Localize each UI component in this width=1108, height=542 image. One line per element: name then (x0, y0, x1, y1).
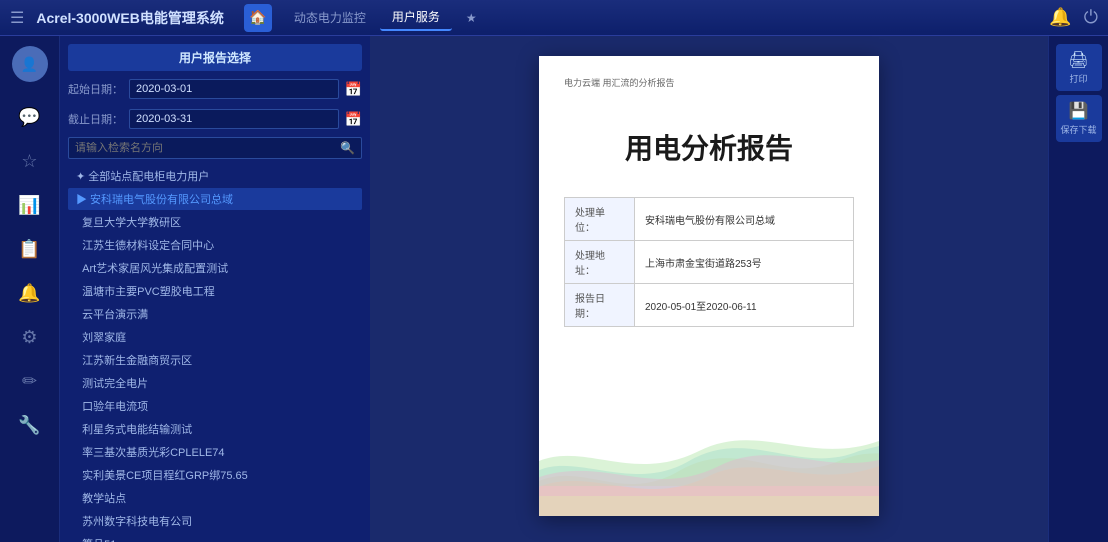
menu-icon[interactable]: ☰ (10, 8, 24, 28)
tools-icon: 🔧 (18, 415, 40, 436)
document-page: 电力云端 用汇流的分析报告 用电分析报告 处理单位： 安科瑞电气股份有限公司总域… (539, 56, 879, 516)
nav-item-star[interactable]: ★ (454, 7, 489, 29)
list-item[interactable]: ▶ 安科瑞电气股份有限公司总域 (68, 188, 362, 210)
list-item[interactable]: 测试完全电片 (68, 372, 362, 394)
star-icon: ☆ (21, 151, 37, 172)
sidebar-item-report[interactable]: 📋 (10, 229, 50, 269)
print-button[interactable]: 🖨 打印 (1056, 44, 1102, 91)
sidebar-item-tools[interactable]: 🔧 (10, 405, 50, 445)
main-content: 👤 💬 ☆ 📊 📋 🔔 ⚙ ✏ 🔧 用户报告选择 起始日期： 📅 截止日期： 📅… (0, 36, 1108, 542)
doc-wave-decoration (539, 396, 879, 516)
list-item[interactable]: 教学站点 (68, 487, 362, 509)
topbar-nav: 动态电力监控 用户服务 ★ (282, 4, 489, 31)
document-area: 电力云端 用汇流的分析报告 用电分析报告 处理单位： 安科瑞电气股份有限公司总域… (370, 36, 1048, 542)
table-row: 处理地址： 上海市肃金宝街道路253号 (565, 241, 854, 284)
left-panel: 用户报告选择 起始日期： 📅 截止日期： 📅 🔍 ✦ 全部站点配电柜电力用户 ▶… (60, 36, 370, 542)
start-date-label: 起始日期： (68, 81, 123, 97)
end-date-input[interactable] (129, 109, 339, 129)
table-row: 报告日期： 2020-05-01至2020-06-11 (565, 284, 854, 327)
home-icon: 🏠 (249, 9, 266, 26)
download-icon: 💾 (1069, 101, 1089, 121)
info-value-2: 2020-05-01至2020-06-11 (635, 284, 854, 327)
avatar-icon: 👤 (21, 56, 38, 73)
start-calendar-icon[interactable]: 📅 (345, 81, 362, 98)
bell-icon: 🔔 (18, 283, 40, 304)
sidebar: 👤 💬 ☆ 📊 📋 🔔 ⚙ ✏ 🔧 (0, 36, 60, 542)
list-item[interactable]: 苏州数字科技电有公司 (68, 510, 362, 532)
app-title: Acrel-3000WEB电能管理系统 (36, 8, 224, 28)
sidebar-item-star[interactable]: ☆ (10, 141, 50, 181)
search-icon[interactable]: 🔍 (340, 141, 355, 155)
nav-item-userservice[interactable]: 用户服务 (380, 4, 452, 31)
right-panel: 🖨 打印 💾 保存下载 (1048, 36, 1108, 542)
print-icon: 🖨 (1068, 50, 1088, 70)
list-item[interactable]: 刘翠家庭 (68, 326, 362, 348)
info-value-1: 上海市肃金宝街道路253号 (635, 241, 854, 284)
chart-icon: 📊 (18, 195, 40, 216)
list-item[interactable]: 复旦大学大学教研区 (68, 211, 362, 233)
settings-icon: ⚙ (21, 327, 37, 348)
sidebar-item-notification[interactable]: 🔔 (10, 273, 50, 313)
print-label: 打印 (1069, 72, 1087, 85)
topbar-logo: ☰ Acrel-3000WEB电能管理系统 (10, 8, 224, 28)
sidebar-item-edit[interactable]: ✏ (10, 361, 50, 401)
search-box: 🔍 (68, 137, 362, 159)
message-icon: 💬 (18, 107, 40, 128)
download-button[interactable]: 💾 保存下载 (1056, 95, 1102, 142)
sidebar-item-settings[interactable]: ⚙ (10, 317, 50, 357)
notification-icon[interactable]: 🔔 (1049, 7, 1071, 28)
download-label: 保存下载 (1060, 123, 1096, 136)
end-date-label: 截止日期： (68, 111, 123, 127)
topbar-right: 🔔 ⏻ (1049, 7, 1098, 28)
list-item[interactable]: 利星务式电能结输测试 (68, 418, 362, 440)
end-date-row: 截止日期： 📅 (68, 107, 362, 131)
sidebar-item-message[interactable]: 💬 (10, 97, 50, 137)
list-item[interactable]: 江苏生德材料设定合同中心 (68, 234, 362, 256)
start-date-input[interactable] (129, 79, 339, 99)
doc-title: 用电分析报告 (564, 127, 854, 167)
info-label-0: 处理单位： (565, 198, 635, 241)
start-date-row: 起始日期： 📅 (68, 77, 362, 101)
list-item[interactable]: 实利美景CE项目程红GRP绑75.65 (68, 464, 362, 486)
search-input[interactable] (75, 142, 336, 154)
list-item[interactable]: Art艺术家居风光集成配置测试 (68, 257, 362, 279)
avatar[interactable]: 👤 (12, 46, 48, 82)
power-icon[interactable]: ⏻ (1084, 7, 1098, 28)
info-label-1: 处理地址： (565, 241, 635, 284)
edit-icon: ✏ (22, 371, 37, 392)
doc-header-text: 电力云端 用汇流的分析报告 (564, 76, 854, 89)
table-row: 处理单位： 安科瑞电气股份有限公司总域 (565, 198, 854, 241)
panel-title: 用户报告选择 (68, 44, 362, 71)
report-icon: 📋 (18, 239, 40, 260)
info-label-2: 报告日期： (565, 284, 635, 327)
sidebar-item-chart[interactable]: 📊 (10, 185, 50, 225)
list-item[interactable]: 率三基次基质光彩CPLELE74 (68, 441, 362, 463)
nav-item-monitor[interactable]: 动态电力监控 (282, 5, 378, 30)
list-item[interactable]: 江苏新生金融商贸示区 (68, 349, 362, 371)
topbar: ☰ Acrel-3000WEB电能管理系统 🏠 动态电力监控 用户服务 ★ 🔔 … (0, 0, 1108, 36)
end-calendar-icon[interactable]: 📅 (345, 111, 362, 128)
home-button[interactable]: 🏠 (244, 4, 272, 32)
list-item[interactable]: 算品51 (68, 533, 362, 542)
list-item[interactable]: 温塘市主要PVC塑胶电工程 (68, 280, 362, 302)
list-item[interactable]: 口验年电流项 (68, 395, 362, 417)
doc-info-table: 处理单位： 安科瑞电气股份有限公司总域 处理地址： 上海市肃金宝街道路253号 … (564, 197, 854, 327)
info-value-0: 安科瑞电气股份有限公司总域 (635, 198, 854, 241)
user-list: ✦ 全部站点配电柜电力用户 ▶ 安科瑞电气股份有限公司总域 复旦大学大学教研区 … (68, 165, 362, 542)
list-item[interactable]: 云平台演示满 (68, 303, 362, 325)
list-item[interactable]: ✦ 全部站点配电柜电力用户 (68, 165, 362, 187)
